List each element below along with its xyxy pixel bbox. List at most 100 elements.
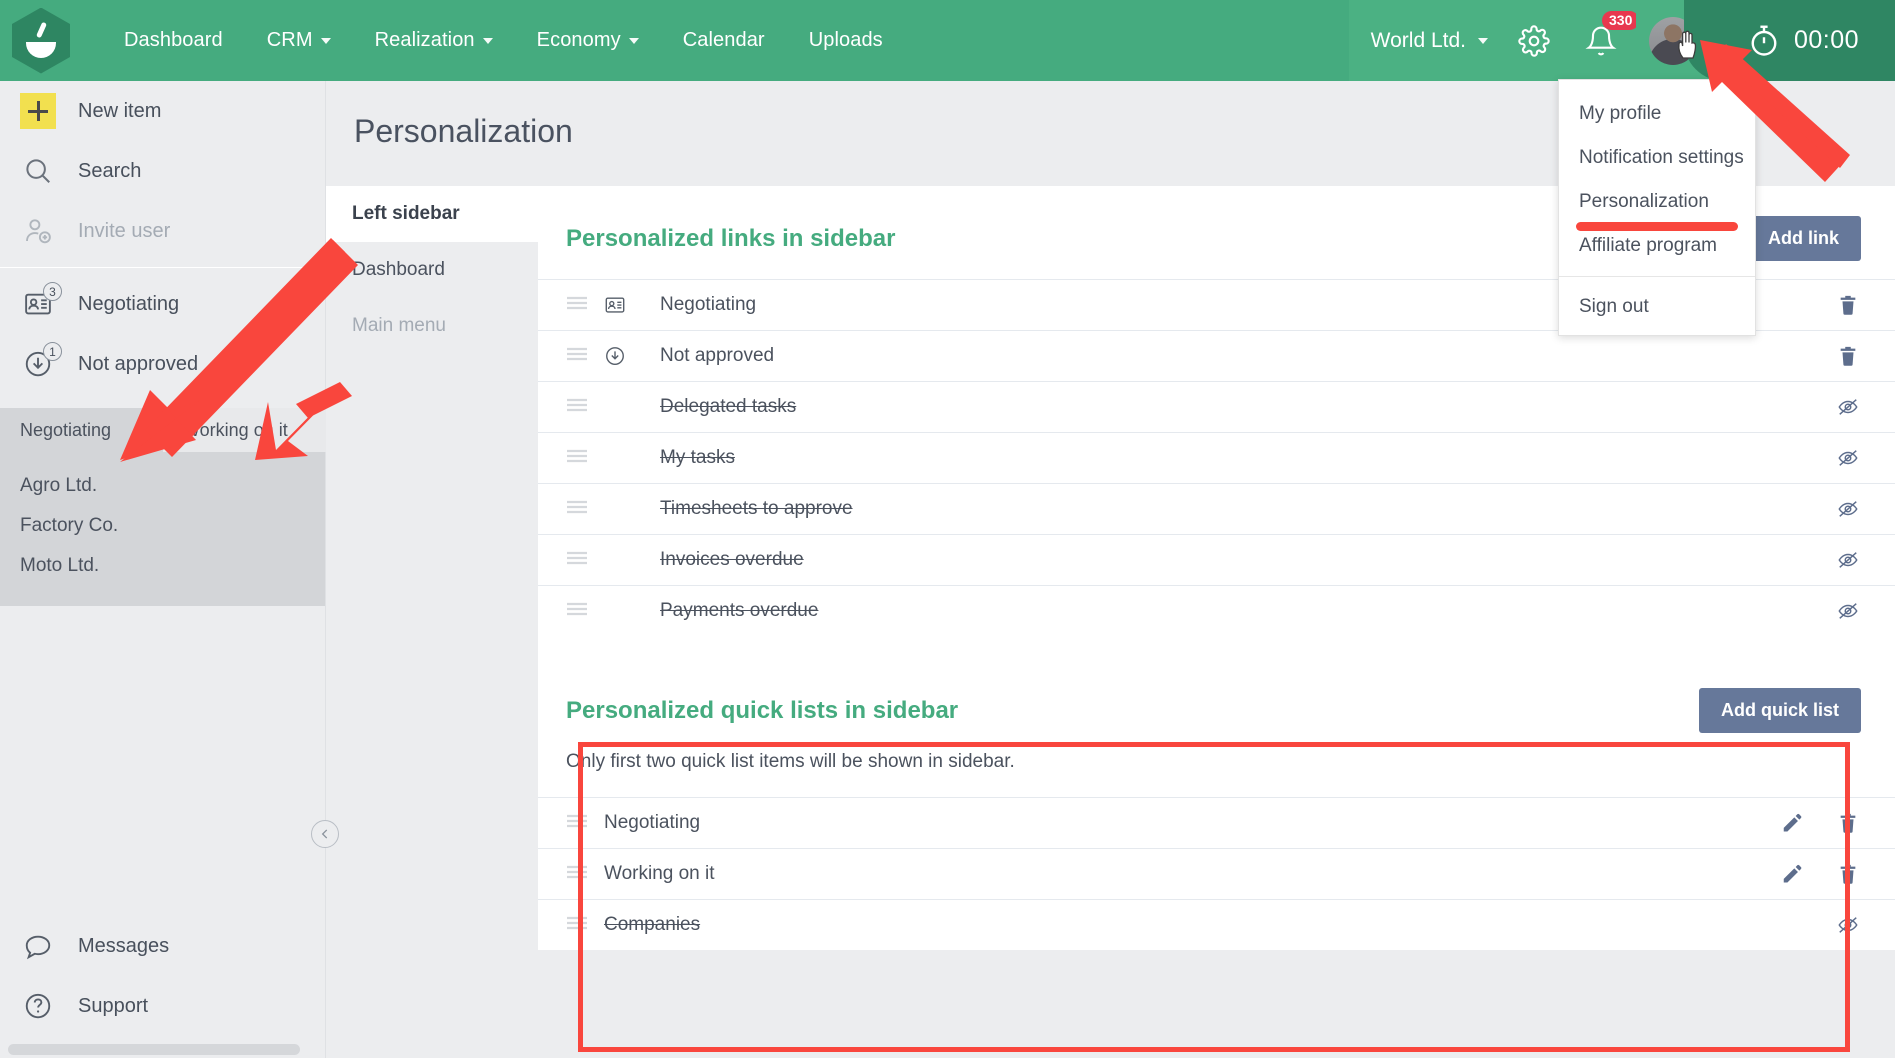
table-row[interactable]: My tasks	[538, 432, 1895, 483]
sidebar-item-negotiating[interactable]: 3 Negotiating	[0, 274, 325, 334]
table-row[interactable]: Companies	[538, 899, 1895, 950]
sidebar-horizontal-scrollbar[interactable]	[8, 1044, 300, 1055]
row-label: Payments overdue	[660, 600, 819, 621]
sidebar-quicklist-tab-negotiating[interactable]: Negotiating	[0, 408, 163, 452]
delete-button[interactable]	[1835, 344, 1861, 368]
download-circle-icon	[604, 345, 644, 367]
unhide-button[interactable]	[1835, 914, 1861, 936]
question-circle-icon	[20, 988, 56, 1024]
row-actions	[1779, 862, 1861, 886]
drag-handle-icon[interactable]	[566, 499, 588, 520]
sidebar-item-label: Invite user	[78, 219, 171, 242]
nav-item-economy[interactable]: Economy	[515, 0, 661, 81]
sidebar-item-label: Negotiating	[78, 292, 180, 315]
profile-dropdown-menu: My profile Notification settings Persona…	[1558, 79, 1756, 336]
unhide-button[interactable]	[1835, 549, 1861, 571]
drag-handle-icon[interactable]	[566, 346, 588, 367]
tab-main-menu[interactable]: Main menu	[326, 298, 538, 354]
edit-button[interactable]	[1779, 863, 1805, 885]
drag-handle-icon[interactable]	[566, 448, 588, 469]
drag-handle-icon[interactable]	[566, 864, 588, 885]
table-row[interactable]: Delegated tasks	[538, 381, 1895, 432]
list-item[interactable]: Agro Ltd.	[0, 466, 325, 506]
sidebar-item-messages[interactable]: Messages	[0, 916, 325, 976]
menu-item-sign-out[interactable]: Sign out	[1559, 285, 1755, 329]
tab-label: Dashboard	[352, 259, 445, 280]
eye-off-icon	[1838, 917, 1858, 933]
topbar-right-cluster: World Ltd. 330 00:00	[1348, 0, 1895, 81]
delete-button[interactable]	[1835, 811, 1861, 835]
nav-item-calendar[interactable]: Calendar	[661, 0, 787, 81]
nav-item-crm[interactable]: CRM	[245, 0, 353, 81]
table-row[interactable]: Timesheets to approve	[538, 483, 1895, 534]
tab-left-sidebar[interactable]: Left sidebar	[326, 186, 538, 242]
menu-item-my-profile[interactable]: My profile	[1559, 92, 1755, 136]
sidebar-item-not-approved[interactable]: 1 Not approved	[0, 334, 325, 394]
table-row[interactable]: Working on it	[538, 848, 1895, 899]
add-link-button[interactable]: Add link	[1746, 216, 1861, 261]
sidebar-item-invite-user[interactable]: Invite user	[0, 201, 325, 261]
logo-hexagon-icon	[12, 7, 70, 74]
org-switcher[interactable]: World Ltd.	[1348, 0, 1502, 81]
quicklists-list: Negotiating Working on it Companies	[538, 797, 1895, 950]
row-label: Working on it	[604, 863, 715, 884]
drag-handle-icon[interactable]	[566, 813, 588, 834]
org-name-label: World Ltd.	[1370, 28, 1466, 52]
nav-label: Calendar	[682, 29, 765, 51]
tab-label: Negotiating	[20, 419, 112, 440]
unhide-button[interactable]	[1835, 447, 1861, 469]
unhide-button[interactable]	[1835, 600, 1861, 622]
drag-handle-icon[interactable]	[566, 295, 588, 316]
chevron-down-icon	[482, 37, 493, 44]
row-actions	[1835, 549, 1861, 571]
nav-item-dashboard[interactable]: Dashboard	[102, 0, 245, 81]
list-item[interactable]: Factory Co.	[0, 506, 325, 546]
main-menu: Dashboard CRM Realization Economy Calend…	[102, 0, 905, 81]
sidebar-collapse-button[interactable]	[311, 820, 339, 848]
drag-handle-icon[interactable]	[566, 915, 588, 936]
app-logo[interactable]	[0, 0, 82, 81]
sidebar-item-search[interactable]: Search	[0, 141, 325, 201]
eye-off-icon	[1838, 603, 1858, 619]
hand-cursor-icon	[1678, 30, 1697, 59]
list-item[interactable]: Moto Ltd.	[0, 546, 325, 586]
table-row[interactable]: Negotiating	[538, 797, 1895, 848]
nav-label: Economy	[536, 29, 621, 51]
sidebar-item-new-item[interactable]: New item	[0, 81, 325, 141]
table-row[interactable]: Invoices overdue	[538, 534, 1895, 585]
sidebar-item-support[interactable]: Support	[0, 976, 325, 1036]
edit-button[interactable]	[1779, 812, 1805, 834]
sidebar-quicklist-tab-working-on-it[interactable]: Working on it	[163, 408, 326, 452]
gear-icon	[1518, 24, 1550, 57]
nav-item-realization[interactable]: Realization	[353, 0, 515, 81]
top-navigation-bar: Dashboard CRM Realization Economy Calend…	[0, 0, 1895, 81]
delete-button[interactable]	[1835, 293, 1861, 317]
nav-item-uploads[interactable]: Uploads	[787, 0, 905, 81]
settings-button[interactable]	[1502, 0, 1566, 81]
tab-dashboard[interactable]: Dashboard	[326, 242, 538, 298]
tab-label: Left sidebar	[352, 203, 460, 224]
unhide-button[interactable]	[1835, 396, 1861, 418]
add-quick-list-button[interactable]: Add quick list	[1698, 688, 1861, 733]
sidebar-badge: 1	[43, 342, 62, 361]
stopwatch-icon	[1751, 25, 1777, 56]
table-row[interactable]: Payments overdue	[538, 585, 1895, 636]
drag-handle-icon[interactable]	[566, 601, 588, 622]
timer-widget[interactable]: 00:00	[1684, 0, 1895, 81]
row-actions	[1835, 344, 1861, 368]
drag-handle-icon[interactable]	[566, 550, 588, 571]
drag-handle-icon[interactable]	[566, 397, 588, 418]
notification-badge: 330	[1602, 11, 1640, 31]
table-row[interactable]: Not approved	[538, 330, 1895, 381]
chevron-down-icon	[1478, 37, 1488, 44]
row-actions	[1835, 914, 1861, 936]
notifications-button[interactable]: 330	[1566, 0, 1640, 81]
row-actions	[1779, 811, 1861, 835]
menu-item-personalization[interactable]: Personalization	[1559, 180, 1755, 224]
menu-item-notification-settings[interactable]: Notification settings	[1559, 136, 1755, 180]
unhide-button[interactable]	[1835, 498, 1861, 520]
delete-button[interactable]	[1835, 862, 1861, 886]
sidebar-item-label: Not approved	[78, 352, 199, 375]
eye-off-icon	[1838, 450, 1858, 466]
row-actions	[1835, 600, 1861, 622]
